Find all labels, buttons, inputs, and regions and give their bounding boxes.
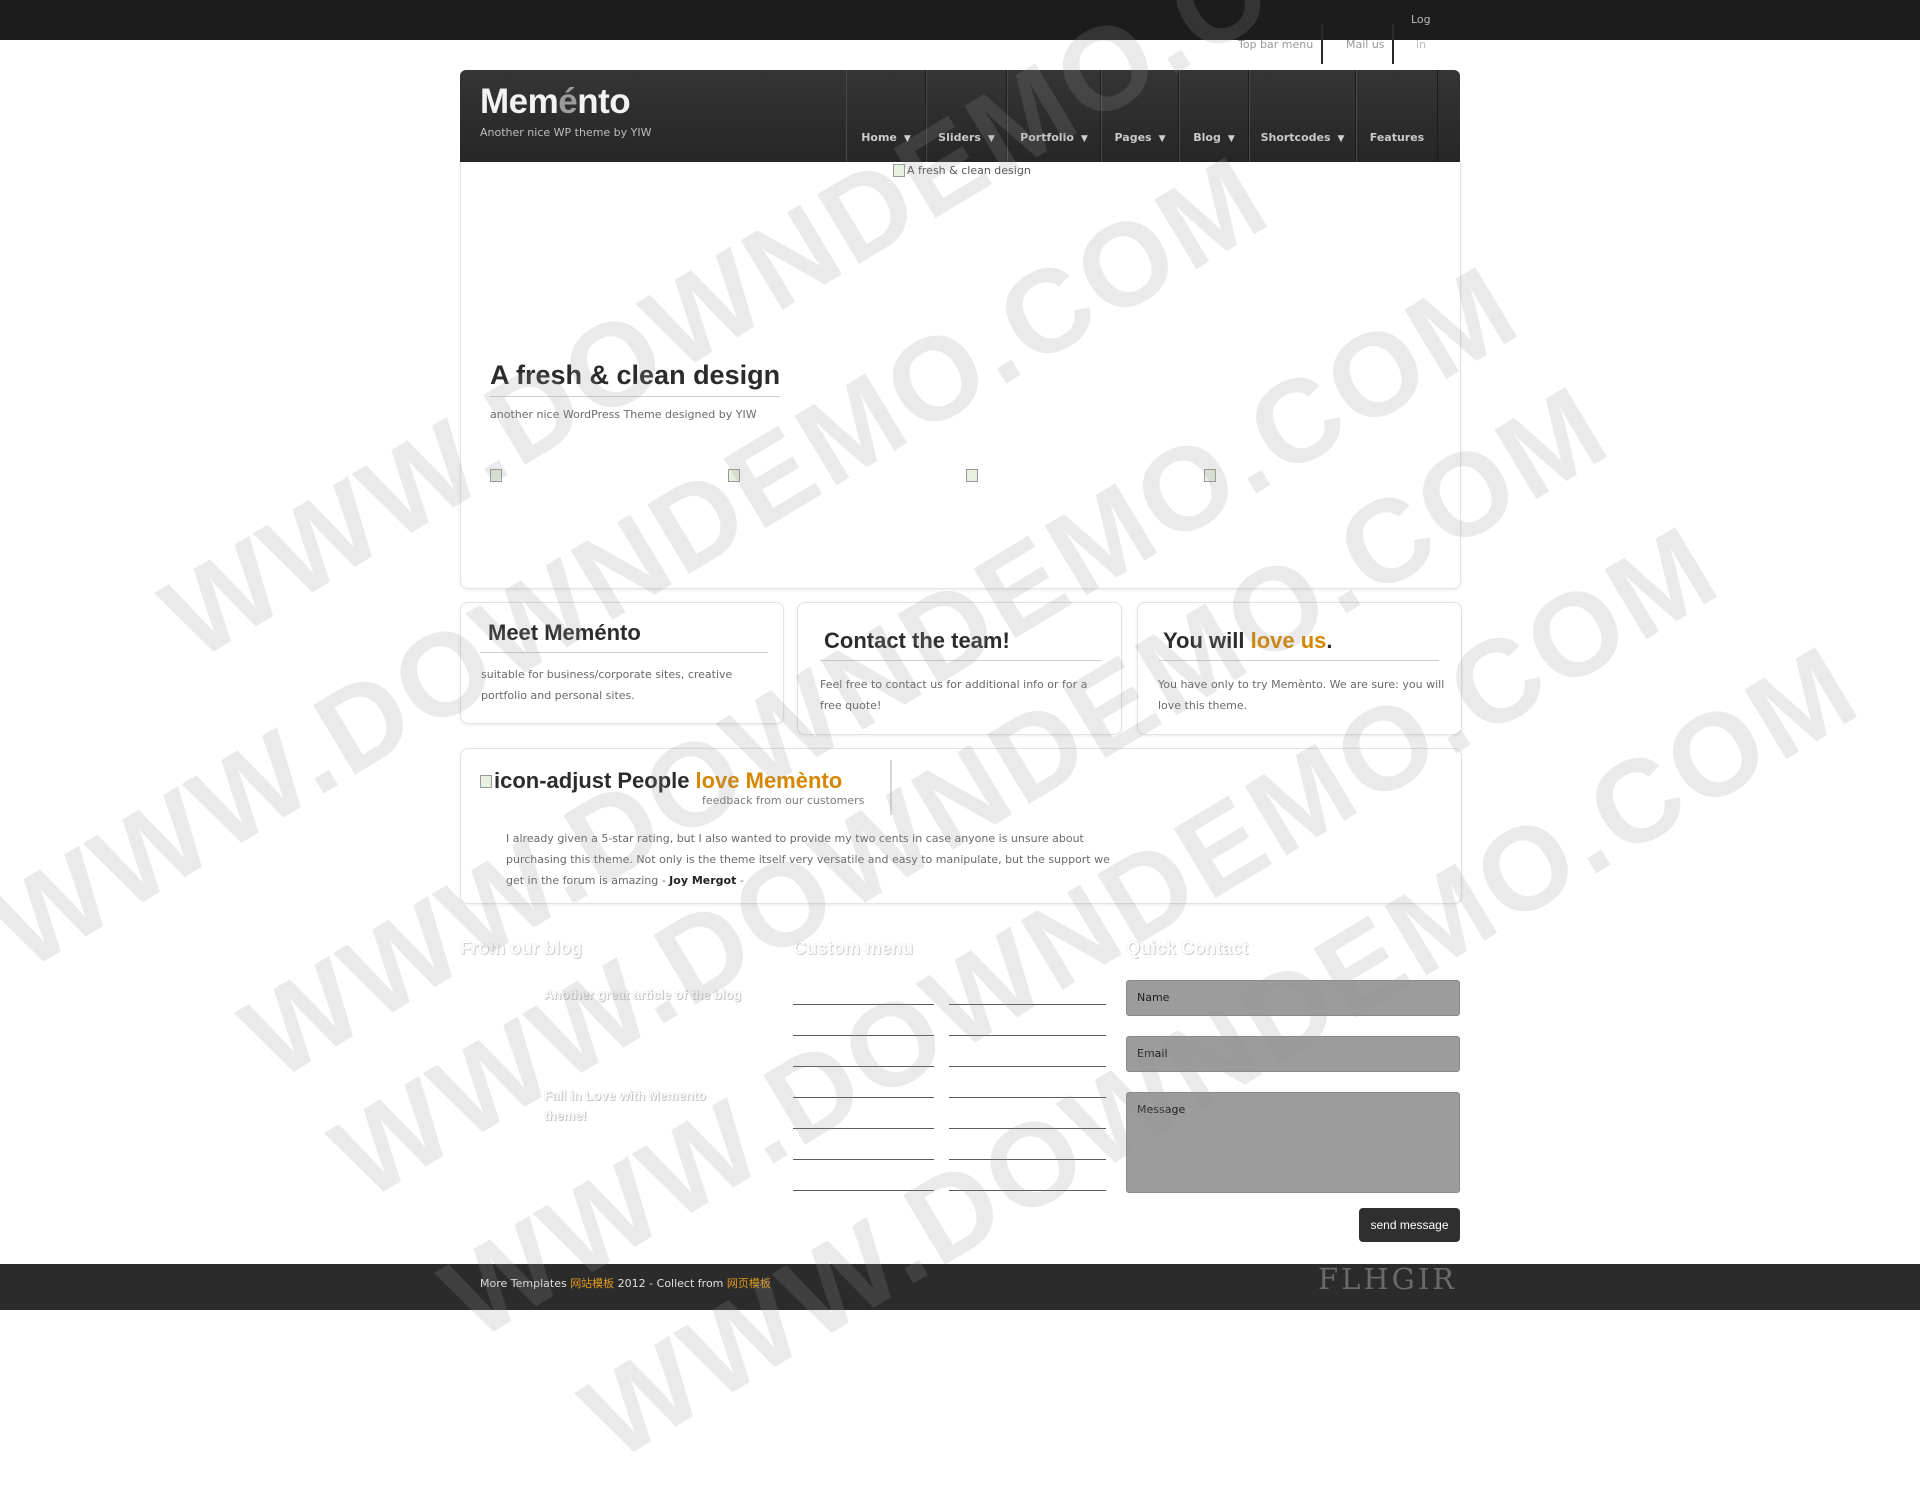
email-field[interactable]: Email xyxy=(1126,1036,1460,1072)
top-bar-divider xyxy=(1392,24,1394,64)
box-text: Feel free to contact us for additional i… xyxy=(820,678,1088,712)
chevron-down-icon: ▼ xyxy=(1080,134,1088,144)
slider-thumb[interactable] xyxy=(966,469,980,482)
custom-menu-item[interactable] xyxy=(793,1097,934,1098)
box-text: suitable for business/corporate sites, c… xyxy=(481,668,733,702)
testimonials-title-accent: love Memènto xyxy=(695,768,843,793)
slider-thumb[interactable] xyxy=(490,469,504,482)
broken-image-icon xyxy=(1204,469,1216,482)
testimonials-divider xyxy=(890,760,892,815)
nav-item-home[interactable]: Home ▼ xyxy=(846,70,926,162)
footer-logo: FLHGIR xyxy=(1318,1262,1458,1296)
broken-image-icon xyxy=(480,774,492,788)
custom-menu-item[interactable] xyxy=(949,1128,1106,1129)
custom-menu-item[interactable] xyxy=(949,1097,1106,1098)
logo-text-prefix: Mem xyxy=(480,82,559,121)
logo-text-accent: é xyxy=(558,82,578,121)
name-field[interactable]: Name xyxy=(1126,980,1460,1016)
custom-menu-item[interactable] xyxy=(949,1159,1106,1160)
testimonial-author: Joy Mergot xyxy=(669,874,737,887)
login-link[interactable]: Log xyxy=(1411,13,1431,26)
testimonial-suffix: - xyxy=(739,874,744,887)
custom-menu-title: Custom menu xyxy=(793,938,914,958)
chevron-down-icon: ▼ xyxy=(987,134,995,144)
custom-menu-item[interactable] xyxy=(949,1035,1106,1036)
box-title: Meet Meménto xyxy=(480,620,768,653)
custom-menu-item[interactable] xyxy=(949,1190,1106,1191)
site-header: Meménto Another nice WP theme by YIW Hom… xyxy=(460,70,1460,162)
nav-item-shortcodes[interactable]: Shortcodes ▼ xyxy=(1249,70,1356,162)
custom-menu-item[interactable] xyxy=(793,1159,934,1160)
slide-subtitle: another nice WordPress Theme designed by… xyxy=(490,408,757,421)
testimonial-text: I already given a 5-star rating, but I a… xyxy=(506,832,1110,887)
custom-menu-item[interactable] xyxy=(793,1066,934,1067)
nav-item-sliders[interactable]: Sliders ▼ xyxy=(926,70,1007,162)
blog-post-link[interactable]: Another great article of the blog xyxy=(544,985,774,1005)
login-link-line1: Log xyxy=(1411,13,1431,26)
login-link-line2[interactable]: in xyxy=(1416,38,1426,51)
nav-label: Shortcodes xyxy=(1260,131,1331,144)
nav-label: Home xyxy=(861,131,897,144)
nav-item-pages[interactable]: Pages ▼ xyxy=(1101,70,1179,162)
quick-contact-title: Quick Contact xyxy=(1126,938,1249,958)
nav-label: Sliders xyxy=(938,131,981,144)
nav-item-portfolio[interactable]: Portfolio ▼ xyxy=(1007,70,1101,162)
testimonials-icon: icon-adjust xyxy=(480,768,611,794)
chevron-down-icon: ▼ xyxy=(1337,134,1345,144)
site-footer xyxy=(0,1264,1920,1310)
nav-label: Blog xyxy=(1193,131,1221,144)
send-message-button[interactable]: send message xyxy=(1359,1208,1460,1242)
footer-templates-link[interactable]: 网站模板 xyxy=(570,1277,614,1290)
custom-menu-item[interactable] xyxy=(949,1004,1106,1005)
slider-image-alt: A fresh & clean design xyxy=(907,164,1031,177)
custom-menu-item[interactable] xyxy=(793,1004,934,1005)
broken-image-icon xyxy=(966,469,978,482)
custom-menu-item[interactable] xyxy=(793,1128,934,1129)
box-title-prefix: You will xyxy=(1163,628,1251,653)
icon-alt-text: icon-adjust xyxy=(494,768,612,793)
nav-label: Pages xyxy=(1114,131,1152,144)
testimonials-subtitle: feedback from our customers xyxy=(702,794,865,807)
custom-menu-item[interactable] xyxy=(793,1190,934,1191)
custom-menu-item[interactable] xyxy=(949,1066,1106,1067)
box-title-suffix: . xyxy=(1326,628,1333,653)
chevron-down-icon: ▼ xyxy=(1158,134,1166,144)
box-title-accent: love us xyxy=(1250,628,1327,653)
box-title: You will love us. xyxy=(1159,628,1439,661)
blog-widget-title: From our blog xyxy=(460,938,582,958)
footer-text: More Templates xyxy=(480,1277,571,1290)
nav-item-features[interactable]: Features xyxy=(1356,70,1438,162)
slider-thumb[interactable] xyxy=(1204,469,1218,482)
logo-text-suffix: nto xyxy=(577,82,631,121)
box-title: Contact the team! xyxy=(820,628,1102,661)
site-logo[interactable]: Meménto xyxy=(480,82,631,122)
slider-image: A fresh & clean design xyxy=(893,164,1031,177)
blog-post-link[interactable]: Fall in Love with Memento theme! xyxy=(544,1086,744,1126)
broken-image-icon xyxy=(490,469,502,482)
testimonials-title: icon-adjust People love Memènto xyxy=(480,768,842,794)
slider-thumb[interactable] xyxy=(728,469,742,482)
nav-item-blog[interactable]: Blog ▼ xyxy=(1179,70,1249,162)
top-bar xyxy=(0,0,1920,40)
footer-collect-link[interactable]: 网页模板 xyxy=(727,1277,771,1290)
footer-credits: More Templates 网站模板 2012 - Collect from … xyxy=(480,1275,771,1291)
nav-label: Portfolio xyxy=(1020,131,1074,144)
testimonial-quote: I already given a 5-star rating, but I a… xyxy=(506,828,1126,891)
custom-menu-item[interactable] xyxy=(793,1035,934,1036)
testimonials-title-text: People xyxy=(617,768,690,793)
chevron-down-icon: ▼ xyxy=(1227,134,1235,144)
nav-label: Features xyxy=(1369,131,1425,144)
slide-title: A fresh & clean design xyxy=(490,360,781,397)
broken-image-icon xyxy=(893,164,905,177)
top-bar-divider xyxy=(1321,24,1323,64)
top-bar-menu-link[interactable]: Top bar menu xyxy=(1238,38,1313,51)
box-text: You have only to try Memènto. We are sur… xyxy=(1158,678,1445,712)
footer-text: 2012 - Collect from xyxy=(614,1277,727,1290)
mail-us-link[interactable]: Mail us xyxy=(1346,38,1385,51)
chevron-down-icon: ▼ xyxy=(903,134,911,144)
site-tagline: Another nice WP theme by YIW xyxy=(480,126,652,139)
message-field[interactable]: Message xyxy=(1126,1092,1460,1193)
broken-image-icon xyxy=(728,469,740,482)
